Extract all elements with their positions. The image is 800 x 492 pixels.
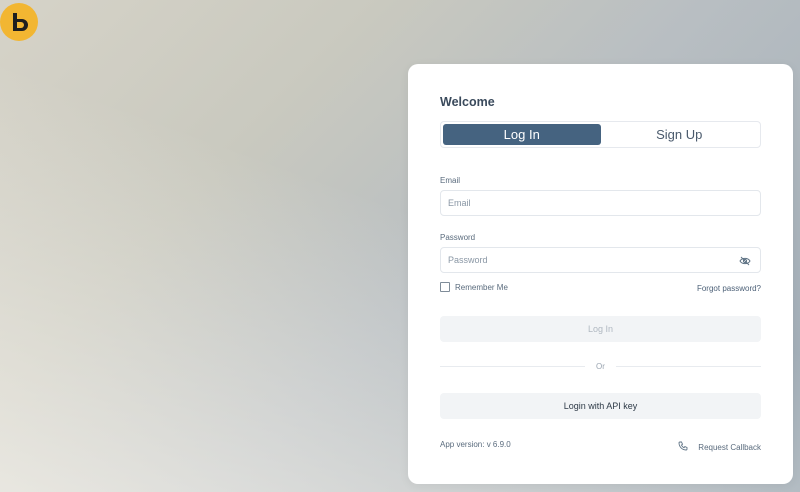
email-field[interactable] <box>440 190 761 216</box>
request-callback-label: Request Callback <box>698 442 761 452</box>
phone-icon <box>678 438 688 456</box>
email-label: Email <box>440 176 461 185</box>
divider-right <box>616 366 761 367</box>
password-label: Password <box>440 233 476 242</box>
app-version: App version: v 6.9.0 <box>440 440 511 449</box>
remember-me-checkbox[interactable]: Remember Me <box>440 282 508 292</box>
login-card: Welcome Log In Sign Up Email Password Re… <box>408 64 793 484</box>
request-callback-link[interactable]: Request Callback <box>678 438 761 456</box>
forgot-password-link[interactable]: Forgot password? <box>697 284 761 293</box>
auth-tabs: Log In Sign Up <box>440 121 761 148</box>
eye-off-icon[interactable] <box>738 254 752 268</box>
api-key-login-button[interactable]: Login with API key <box>440 393 761 419</box>
password-field[interactable] <box>440 247 761 273</box>
divider-text: Or <box>596 362 605 371</box>
divider-left <box>440 366 585 367</box>
brand-logo-icon <box>0 3 38 41</box>
tab-sign-up[interactable]: Sign Up <box>601 124 759 145</box>
tab-log-in[interactable]: Log In <box>443 124 601 145</box>
page-title: Welcome <box>440 95 495 109</box>
login-button[interactable]: Log In <box>440 316 761 342</box>
remember-me-label: Remember Me <box>455 282 508 292</box>
checkbox-box[interactable] <box>440 282 450 292</box>
